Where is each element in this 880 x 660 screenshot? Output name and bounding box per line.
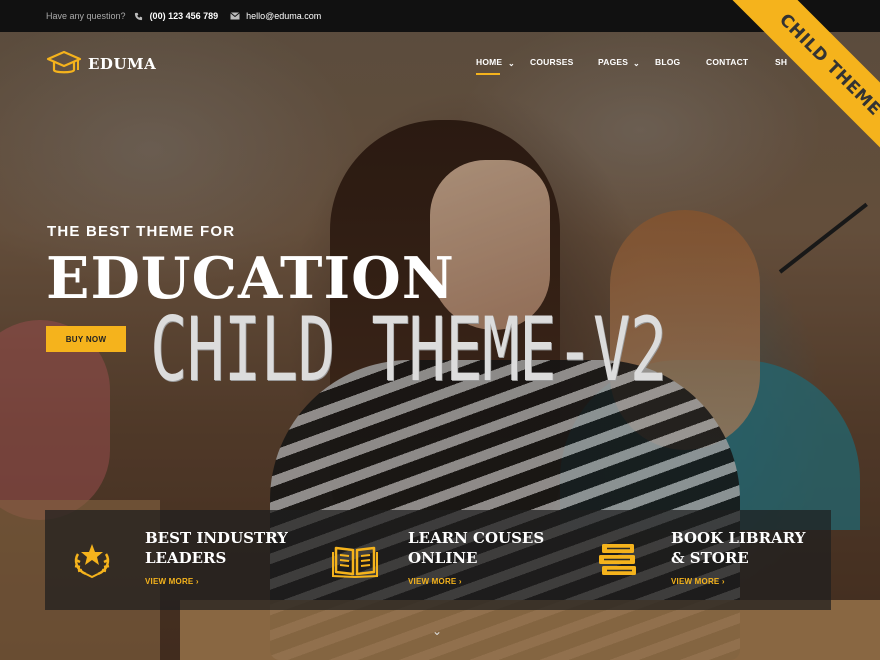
view-more-link[interactable]: VIEW MORE › bbox=[671, 577, 725, 586]
feature-title: BOOK LIBRARY & STORE bbox=[671, 528, 831, 568]
feature-title-line: BOOK LIBRARY bbox=[671, 529, 806, 547]
feature-title-line: BEST INDUSTRY bbox=[145, 529, 288, 547]
nav-item-label: COURSES bbox=[530, 57, 574, 67]
hero-subtitle: THE BEST THEME FOR bbox=[47, 223, 236, 240]
feature-title-line: LEARN COUSES bbox=[408, 529, 545, 547]
nav-item-shop[interactable]: SH bbox=[775, 57, 787, 67]
chevron-down-icon: ⌄ bbox=[633, 59, 640, 68]
email-link[interactable]: hello@eduma.com bbox=[246, 11, 321, 21]
view-more-link[interactable]: VIEW MORE › bbox=[145, 577, 199, 586]
view-more-link[interactable]: VIEW MORE › bbox=[408, 577, 462, 586]
nav-item-contact[interactable]: CONTACT bbox=[706, 57, 748, 67]
open-book-icon bbox=[332, 538, 378, 582]
feature-industry-leaders: BEST INDUSTRY LEADERS VIEW MORE › bbox=[45, 510, 307, 610]
question-text: Have any question? bbox=[46, 11, 126, 21]
nav-item-courses[interactable]: COURSES bbox=[530, 57, 573, 67]
phone-icon bbox=[134, 11, 144, 21]
child-theme-ribbon: CHILD THEME bbox=[680, 0, 880, 160]
ribbon-label: CHILD THEME bbox=[775, 10, 880, 120]
book-stack-icon bbox=[595, 538, 641, 582]
logo-text: EDUMA bbox=[88, 55, 157, 73]
feature-title: BEST INDUSTRY LEADERS bbox=[145, 528, 305, 568]
child-theme-overlay-text: CHILD THEME-V2 bbox=[150, 298, 667, 401]
feature-title-line: & STORE bbox=[671, 549, 749, 567]
nav-item-pages[interactable]: PAGES ⌄ bbox=[598, 57, 640, 68]
nav-item-label: BLOG bbox=[655, 57, 681, 67]
graduation-cap-icon bbox=[46, 50, 82, 78]
feature-learn-online: LEARN COUSES ONLINE VIEW MORE › bbox=[308, 510, 570, 610]
feature-book-library: BOOK LIBRARY & STORE VIEW MORE › bbox=[571, 510, 831, 610]
envelope-icon bbox=[230, 11, 240, 21]
phone-link[interactable]: (00) 123 456 789 bbox=[150, 11, 219, 21]
feature-title: LEARN COUSES ONLINE bbox=[408, 528, 568, 568]
chevron-down-icon: ⌄ bbox=[508, 59, 515, 68]
features-bar: BEST INDUSTRY LEADERS VIEW MORE › LEARN … bbox=[45, 510, 831, 610]
nav-item-blog[interactable]: BLOG bbox=[655, 57, 680, 67]
nav-item-label: PAGES bbox=[598, 57, 629, 67]
nav-item-home[interactable]: HOME ⌄ bbox=[476, 57, 515, 75]
nav-item-label: SH bbox=[775, 57, 788, 67]
buy-now-button[interactable]: BUY NOW bbox=[46, 326, 126, 352]
feature-title-line: LEADERS bbox=[145, 549, 227, 567]
chevron-down-icon[interactable]: ⌄ bbox=[432, 624, 442, 638]
site-logo[interactable]: EDUMA bbox=[46, 50, 156, 78]
star-laurel-icon bbox=[69, 538, 115, 582]
nav-item-label: CONTACT bbox=[706, 57, 749, 67]
nav-item-label: HOME bbox=[476, 57, 503, 67]
feature-title-line: ONLINE bbox=[408, 549, 478, 567]
